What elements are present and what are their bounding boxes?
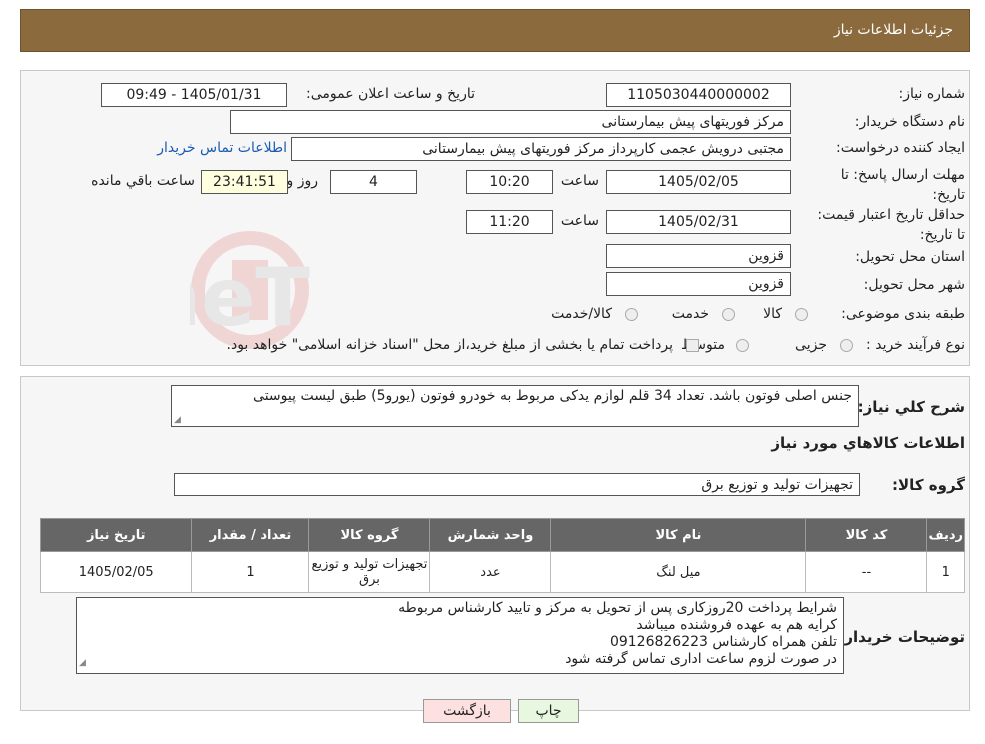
buyer-note-line: کرایه هم به عهده فروشنده میباشد xyxy=(636,617,837,633)
announce-label: تاریخ و ساعت اعلان عمومی: xyxy=(306,86,475,102)
col-name: نام کالا xyxy=(550,518,807,552)
buyer-org-field: مرکز فوریتهای پیش بیمارستانی xyxy=(230,110,791,134)
city-field: قزوین xyxy=(606,272,791,296)
buyer-contact-link[interactable]: اطلاعات تماس خریدار xyxy=(157,140,287,156)
table-header-row: رديف کد کالا نام کالا واحد شمارش گروه کا… xyxy=(39,518,965,552)
col-date: تاريخ نياز xyxy=(39,518,193,552)
treasury-checkbox[interactable] xyxy=(686,339,699,352)
category-radio-goods-service[interactable] xyxy=(625,308,638,321)
buyer-note-line: تلفن همراه کارشناس 09126826223 xyxy=(609,634,837,650)
deadline-time-field: 10:20 xyxy=(466,170,553,194)
category-option-goods: کالا xyxy=(763,306,782,322)
creator-field: مجتبی درویش عجمی کارپرداز مرکز فوریتهای … xyxy=(291,137,791,161)
province-field: قزوین xyxy=(606,244,791,268)
col-group: گروه کالا xyxy=(308,518,431,552)
table-row: 1 -- میل لنگ عدد تجهیزات تولید و توزیع ب… xyxy=(39,551,965,593)
days-label: روز و xyxy=(286,173,319,189)
category-label: طبقه بندی موضوعی: xyxy=(841,306,965,322)
resize-grip-icon[interactable]: ◢ xyxy=(79,655,86,672)
days-field: 4 xyxy=(330,170,417,194)
goods-group-label: گروه کالا: xyxy=(892,476,965,494)
category-radio-goods[interactable] xyxy=(795,308,808,321)
remaining-label: ساعت باقي مانده xyxy=(91,173,195,189)
province-label: استان محل تحویل: xyxy=(855,249,965,265)
need-number-field: 1105030440000002 xyxy=(606,83,791,107)
need-number-label: شماره نیاز: xyxy=(898,86,966,102)
category-option-goods-service: کالا/خدمت xyxy=(551,306,612,322)
category-option-service: خدمت xyxy=(671,306,709,322)
process-radio-medium[interactable] xyxy=(736,339,749,352)
items-table: رديف کد کالا نام کالا واحد شمارش گروه کا… xyxy=(39,518,965,593)
deadline-label: مهلت ارسال پاسخ: تا تاریخ: xyxy=(840,167,965,203)
validity-time-field: 11:20 xyxy=(466,210,553,234)
cell-qty: 1 xyxy=(191,551,310,593)
city-label: شهر محل تحویل: xyxy=(863,277,965,293)
process-radio-minor[interactable] xyxy=(840,339,853,352)
goods-group-field: تجهیزات تولید و توزیع برق xyxy=(174,473,860,496)
remaining-time-field: 23:41:51 xyxy=(201,170,288,194)
validity-time-label: ساعت xyxy=(560,213,599,229)
col-row: رديف xyxy=(926,518,965,552)
col-unit: واحد شمارش xyxy=(429,518,552,552)
resize-grip-icon[interactable]: ◢ xyxy=(174,415,181,425)
category-radio-service[interactable] xyxy=(722,308,735,321)
back-button[interactable]: بازگشت xyxy=(423,699,511,723)
buyer-notes-field: شرایط پرداخت 20روزکاری پس از تحویل به مر… xyxy=(76,597,844,674)
deadline-time-label: ساعت xyxy=(560,173,599,189)
creator-label: ایجاد کننده درخواست: xyxy=(836,140,965,156)
cell-unit: عدد xyxy=(429,551,552,593)
description-text: جنس اصلی فوتون باشد. تعداد 34 قلم لوازم … xyxy=(253,388,852,404)
process-label: نوع فرآیند خرید : xyxy=(866,337,965,353)
cell-group: تجهیزات تولید و توزیع برق xyxy=(308,551,431,593)
deadline-date-field: 1405/02/05 xyxy=(606,170,791,194)
payment-note: پرداخت تمام یا بخشی از مبلغ خرید،از محل … xyxy=(226,337,673,353)
buyer-org-label: نام دستگاه خریدار: xyxy=(854,114,965,130)
buyer-notes-label: توضیحات خریدار: xyxy=(838,628,965,646)
description-label: شرح کلي نياز: xyxy=(857,398,965,416)
validity-date-field: 1405/02/31 xyxy=(606,210,791,234)
print-button[interactable]: چاپ xyxy=(518,699,579,723)
buyer-note-line: در صورت لزوم ساعت اداری تماس گرفته شود xyxy=(565,651,837,667)
col-qty: تعداد / مقدار xyxy=(191,518,310,552)
buyer-note-line: شرایط پرداخت 20روزکاری پس از تحویل به مر… xyxy=(398,600,837,616)
cell-date: 1405/02/05 xyxy=(39,551,193,593)
cell-name: میل لنگ xyxy=(550,551,807,593)
cell-code: -- xyxy=(805,551,928,593)
page-title: جزئیات اطلاعات نیاز xyxy=(833,22,953,38)
announce-field: 1405/01/31 - 09:49 xyxy=(101,83,287,107)
cell-row: 1 xyxy=(926,551,965,593)
description-field: جنس اصلی فوتون باشد. تعداد 34 قلم لوازم … xyxy=(171,385,859,427)
goods-section-title: اطلاعات کالاهاي مورد نياز xyxy=(771,434,965,452)
process-option-minor: جزیی xyxy=(795,337,827,353)
col-code: کد کالا xyxy=(805,518,928,552)
validity-label: حداقل تاریخ اعتبار قیمت: تا تاریخ: xyxy=(817,207,965,243)
page-header: جزئیات اطلاعات نیاز xyxy=(20,9,970,52)
